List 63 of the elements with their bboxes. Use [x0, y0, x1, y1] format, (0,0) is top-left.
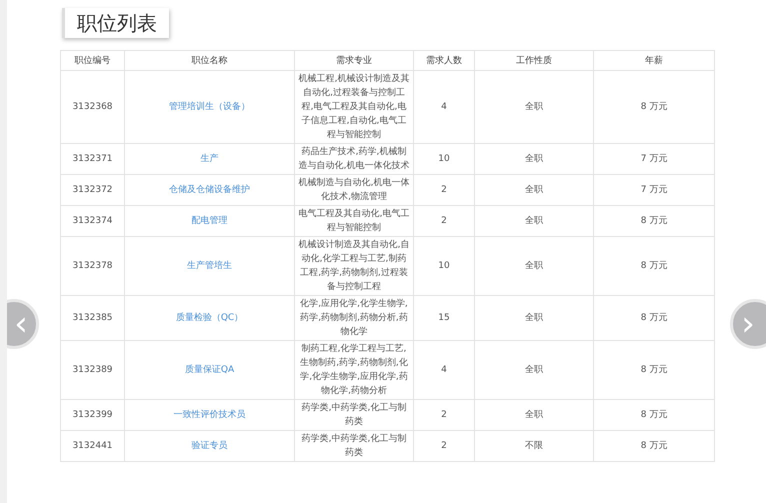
- section-title: 职位列表: [62, 8, 169, 38]
- table-cell: 全职: [474, 236, 594, 296]
- column-header: 需求人数: [414, 50, 474, 70]
- table-cell: 8 万元: [594, 400, 714, 430]
- table-cell: 2: [414, 206, 474, 236]
- table-cell: 3132389: [60, 340, 124, 400]
- table-cell: 3132371: [60, 144, 124, 174]
- table-cell: 化学,应用化学,化学生物学,药学,药物制剂,药物分析,药物化学: [294, 296, 414, 340]
- table-cell: 3132399: [60, 400, 124, 430]
- table-cell: 全职: [474, 206, 594, 236]
- table-cell: 机械制造与自动化,机电一体化技术,物流管理: [294, 174, 414, 206]
- table-cell: 3132374: [60, 206, 124, 236]
- table-cell: 3132441: [60, 430, 124, 462]
- job-link[interactable]: 一致性评价技术员: [174, 410, 246, 420]
- table-cell: 8 万元: [594, 70, 714, 144]
- table-cell: 10: [414, 144, 474, 174]
- previous-button[interactable]: ‹: [7, 299, 39, 349]
- table-cell: 3132368: [60, 70, 124, 144]
- column-header: 工作性质: [474, 50, 594, 70]
- table-cell: 8 万元: [594, 236, 714, 296]
- table-cell: 全职: [474, 296, 594, 340]
- table-cell: 8 万元: [594, 340, 714, 400]
- table-cell: 机械设计制造及其自动化,自动化,化学工程与工艺,制药工程,药学,药物制剂,过程装备与控制工程: [294, 236, 414, 296]
- job-link[interactable]: 仓储及仓储设备维护: [169, 185, 250, 195]
- column-header: 职位编号: [60, 50, 124, 70]
- table-cell: 机械工程,机械设计制造及其自动化,过程装备与控制工程,电气工程及其自动化,电子信息工程,自动化,电气工程与智能控制: [294, 70, 414, 144]
- column-header: 需求专业: [294, 50, 414, 70]
- table-cell: 4: [414, 340, 474, 400]
- table-cell: 全职: [474, 174, 594, 206]
- table-cell: 制药工程,化学工程与工艺,生物制药,药学,药物制剂,化学,化学生物学,应用化学,药物化学,药物分析: [294, 340, 414, 400]
- job-link[interactable]: 配电管理: [192, 216, 228, 226]
- table-cell: 3132378: [60, 236, 124, 296]
- table-cell: 2: [414, 174, 474, 206]
- table-cell: 7 万元: [594, 144, 714, 174]
- table-cell: 8 万元: [594, 430, 714, 462]
- table-cell: 15: [414, 296, 474, 340]
- table-cell: 药学类,中药学类,化工与制药类: [294, 430, 414, 462]
- table-cell: 药品生产技术,药学,机械制造与自动化,机电一体化技术: [294, 144, 414, 174]
- column-header: 职位名称: [124, 50, 294, 70]
- table-cell: 10: [414, 236, 474, 296]
- job-link[interactable]: 管理培训生（设备）: [169, 102, 250, 112]
- table-cell: 全职: [474, 340, 594, 400]
- table-cell: 全职: [474, 400, 594, 430]
- table-cell: 3132372: [60, 174, 124, 206]
- table-cell: 4: [414, 70, 474, 144]
- table-cell: 8 万元: [594, 206, 714, 236]
- next-button[interactable]: ›: [730, 299, 766, 349]
- table-cell: 不限: [474, 430, 594, 462]
- table-cell: 2: [414, 430, 474, 462]
- table-cell: 8 万元: [594, 296, 714, 340]
- table-cell: 2: [414, 400, 474, 430]
- job-link[interactable]: 质量保证QA: [184, 365, 234, 375]
- table-cell: 全职: [474, 144, 594, 174]
- job-link[interactable]: 生产管培生: [187, 261, 232, 271]
- table-cell: 电气工程及其自动化,电气工程与智能控制: [294, 206, 414, 236]
- job-link[interactable]: 生产: [200, 154, 218, 164]
- table-cell: 全职: [474, 70, 594, 144]
- column-header: 年薪: [594, 50, 714, 70]
- table-cell: 药学类,中药学类,化工与制药类: [294, 400, 414, 430]
- table-cell: 3132385: [60, 296, 124, 340]
- job-link[interactable]: 质量检验（QC）: [176, 313, 244, 323]
- table-cell: 7 万元: [594, 174, 714, 206]
- job-link[interactable]: 验证专员: [192, 441, 228, 451]
